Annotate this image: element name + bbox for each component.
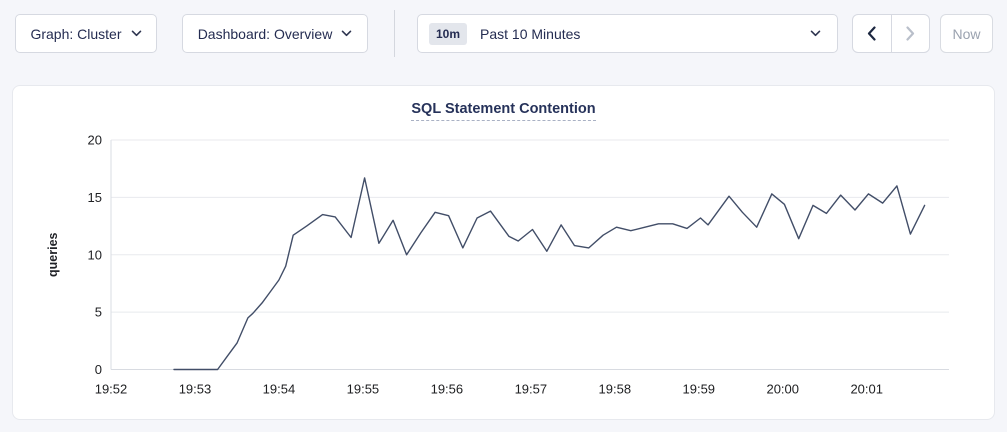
y-tick-label: 0: [95, 362, 102, 377]
x-tick-label: 20:00: [766, 382, 799, 397]
chevron-down-icon: [131, 30, 142, 37]
y-tick-label: 20: [88, 133, 102, 148]
x-tick-label: 19:56: [431, 382, 464, 397]
prev-interval-button[interactable]: [853, 15, 891, 52]
x-tick-label: 19:55: [347, 382, 380, 397]
dashboard-dropdown[interactable]: Dashboard: Overview: [182, 14, 368, 53]
graph-dropdown-label: Graph: Cluster: [30, 26, 121, 42]
time-range-label: Past 10 Minutes: [480, 26, 580, 42]
chevron-down-icon: [341, 30, 352, 37]
x-tick-label: 19:57: [515, 382, 548, 397]
now-button[interactable]: Now: [940, 14, 993, 53]
x-tick-label: 20:01: [850, 382, 883, 397]
x-tick-label: 19:54: [263, 382, 296, 397]
sql-contention-chart[interactable]: 0 5 10 15 20 19:52 19:53 19:54 19:55 19:56 19:57 19…: [13, 86, 996, 421]
chart-card: SQL Statement Contention 0 5 10 15 20 19:52 19…: [12, 85, 995, 420]
chevron-right-icon: [905, 26, 915, 41]
chart-title[interactable]: SQL Statement Contention: [411, 101, 595, 121]
chevron-left-icon: [867, 26, 877, 41]
time-range-dropdown[interactable]: 10m Past 10 Minutes: [417, 14, 838, 53]
x-tick-label: 19:52: [95, 382, 128, 397]
next-interval-button[interactable]: [891, 15, 930, 52]
dashboard-dropdown-label: Dashboard: Overview: [198, 26, 333, 42]
y-tick-label: 10: [88, 247, 102, 262]
y-tick-label: 5: [95, 305, 102, 320]
toolbar-divider: [394, 10, 395, 57]
chevron-down-icon: [810, 30, 821, 37]
x-tick-label: 19:53: [179, 382, 212, 397]
y-tick-label: 15: [88, 190, 102, 205]
chart-title-row: SQL Statement Contention: [13, 100, 994, 121]
graph-dropdown[interactable]: Graph: Cluster: [15, 14, 157, 53]
x-tick-label: 19:58: [599, 382, 632, 397]
y-axis-label: queries: [46, 232, 60, 277]
x-tick-label: 19:59: [683, 382, 716, 397]
series-line: [174, 178, 925, 370]
time-range-badge: 10m: [429, 23, 467, 45]
time-nav-group: [852, 14, 930, 53]
